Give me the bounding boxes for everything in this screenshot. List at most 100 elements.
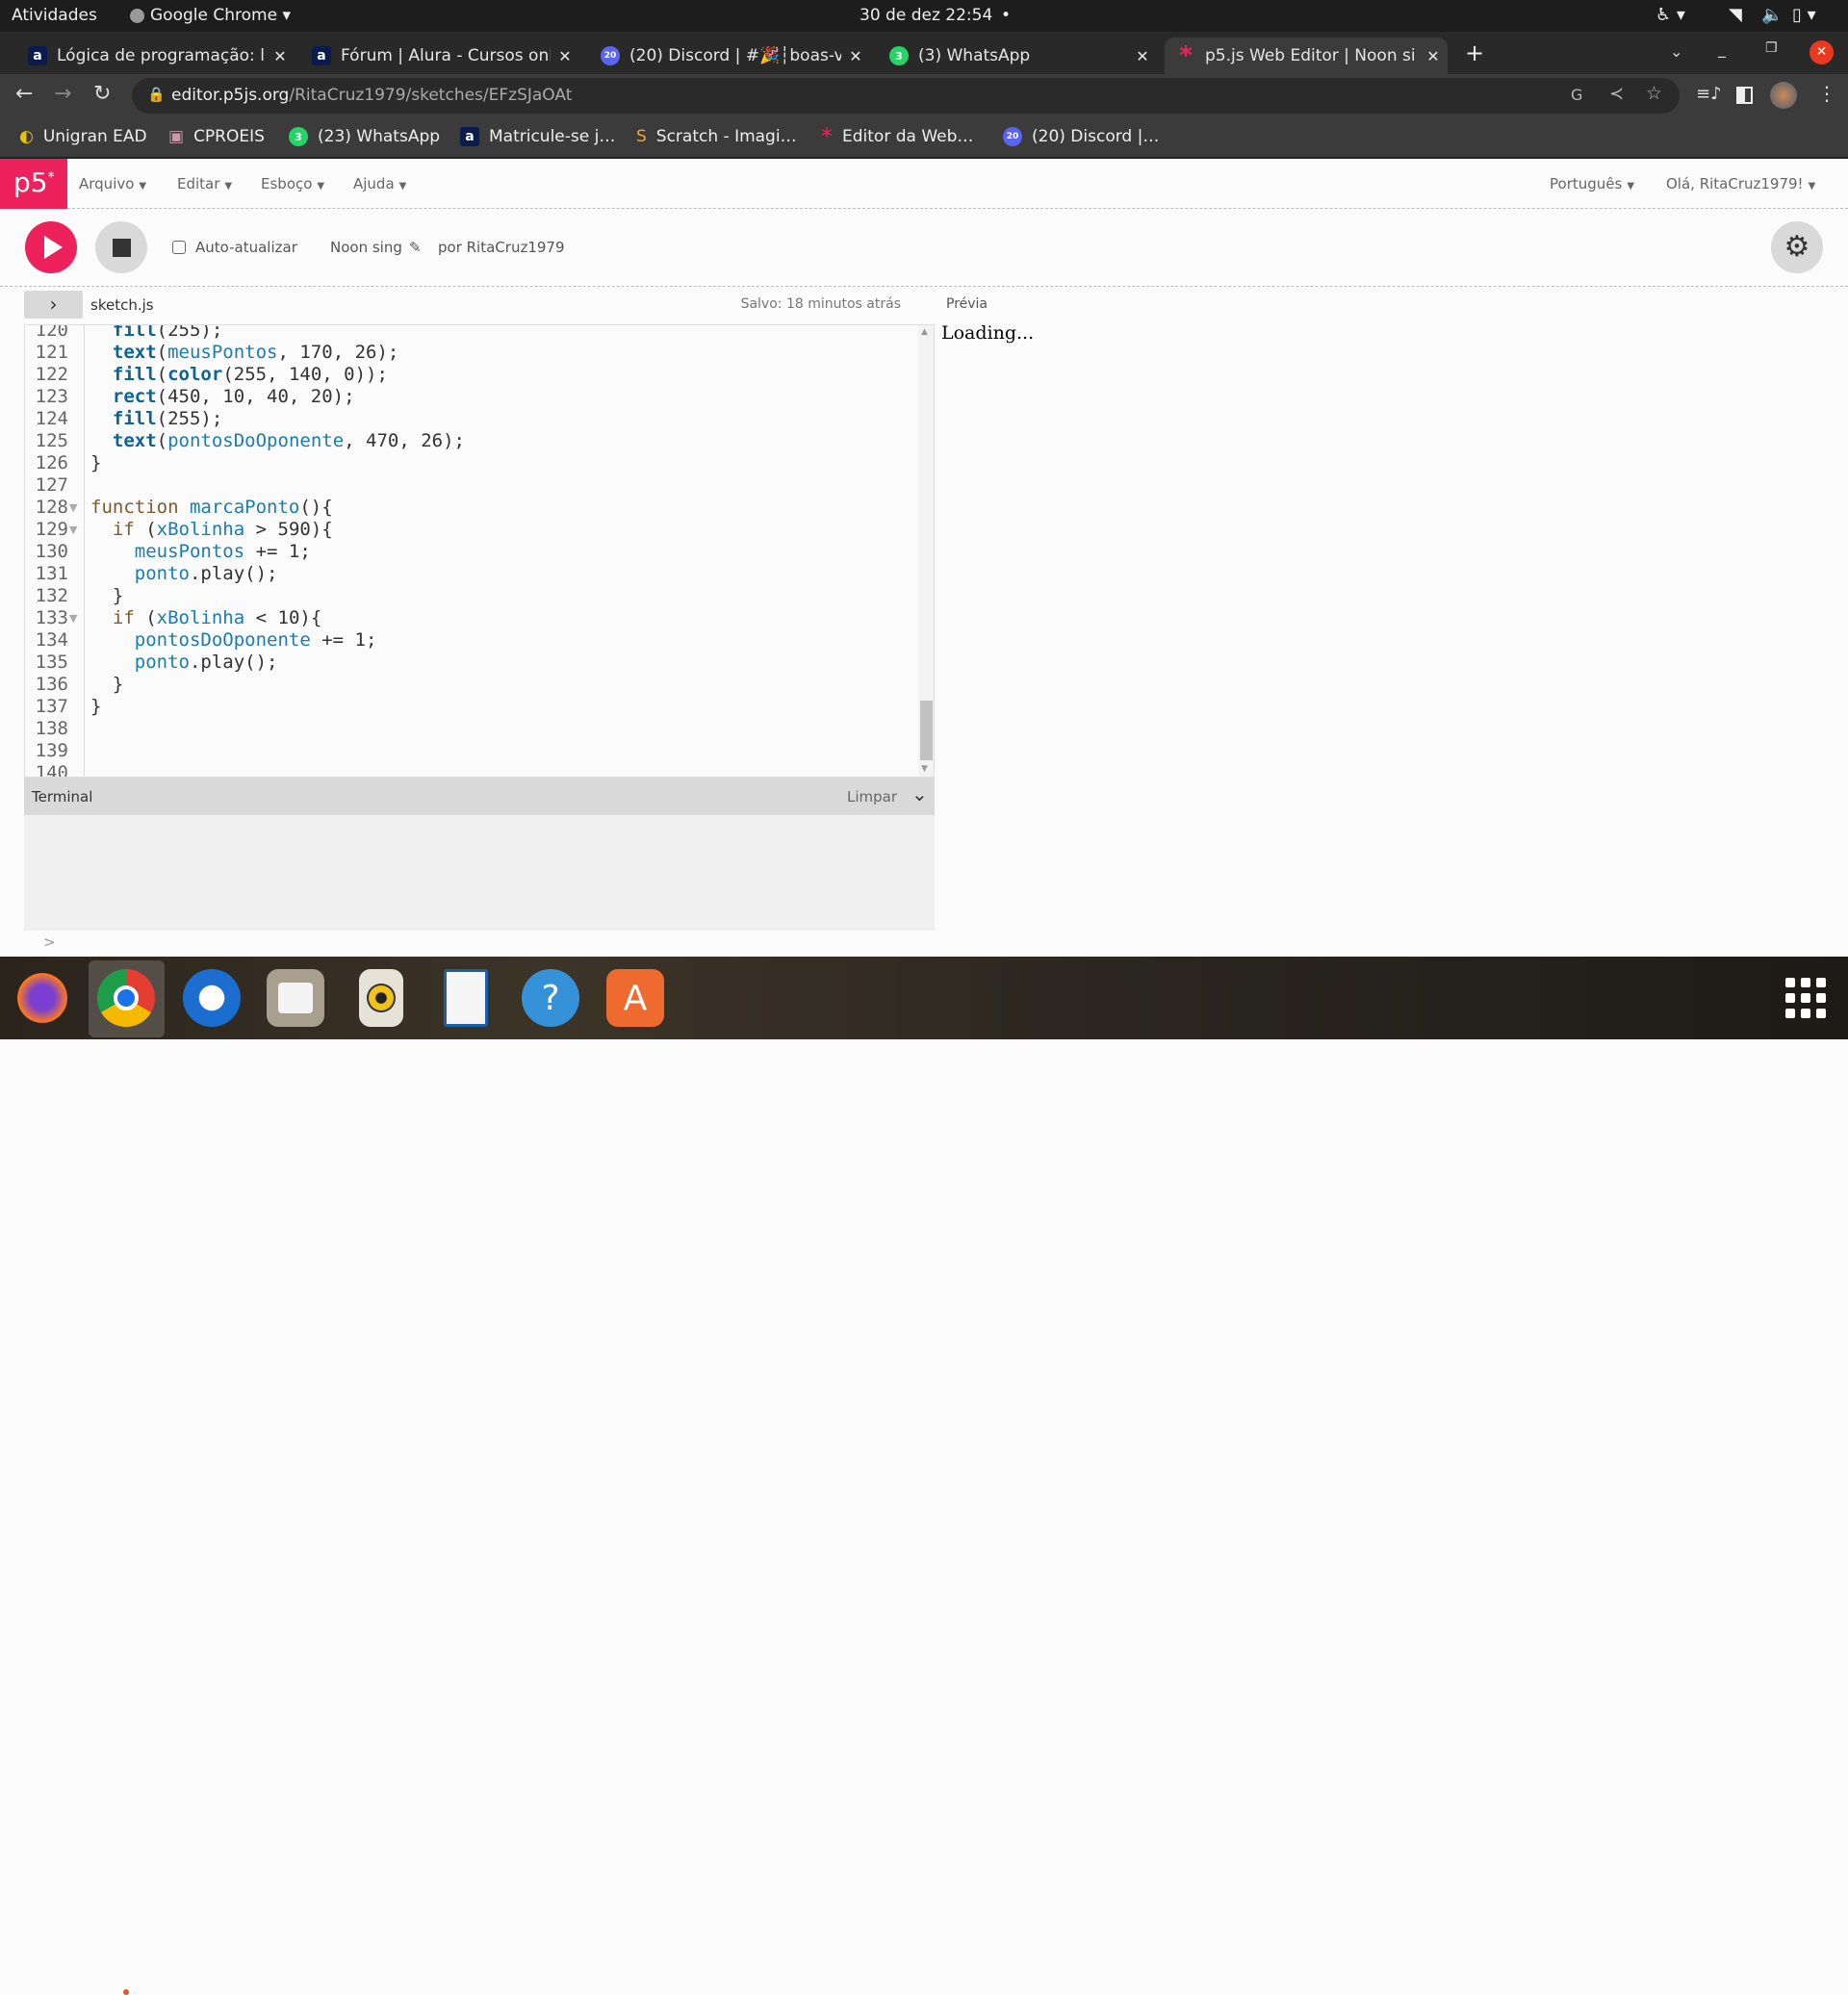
side-panel-icon[interactable] <box>1736 87 1753 104</box>
chrome-icon[interactable] <box>97 969 155 1027</box>
code-line[interactable]: fill(255); <box>90 325 222 342</box>
tab-p5-editor[interactable]: * p5.js Web Editor | Noon si ✕ <box>1165 38 1448 74</box>
share-icon[interactable]: ≺ <box>1609 84 1624 104</box>
tab-discord[interactable]: 20 (20) Discord | #🎉┆boas-v ✕ <box>589 38 870 74</box>
code-line[interactable]: if (xBolinha < 10){ <box>90 607 321 629</box>
tab-forum[interactable]: a Fórum | Alura - Cursos onli ✕ <box>300 38 579 74</box>
back-icon[interactable]: ← <box>15 82 33 106</box>
stop-button[interactable] <box>95 221 147 273</box>
close-window-icon[interactable]: ✕ <box>1810 40 1834 64</box>
collapse-terminal-chevron-icon[interactable]: ⌄ <box>911 782 928 806</box>
code-line[interactable]: meusPontos += 1; <box>90 541 311 563</box>
play-button[interactable] <box>25 221 77 273</box>
editor-scrollbar[interactable]: ▲ ▼ <box>918 325 934 777</box>
bookmark-p5-editor[interactable]: * Editor da Web… <box>821 125 973 148</box>
tab-title: Lógica de programação: la <box>57 46 266 65</box>
menu-ajuda[interactable]: Ajuda ▼ <box>353 175 406 192</box>
files-icon[interactable] <box>267 969 324 1027</box>
scrollbar-thumb[interactable] <box>920 701 933 760</box>
address-bar[interactable]: 🔒 editor.p5js.org/RitaCruz1979/sketches/… <box>132 78 1680 114</box>
close-tab-icon[interactable]: ✕ <box>551 47 579 65</box>
code-line[interactable]: ponto.play(); <box>90 563 278 585</box>
profile-avatar[interactable] <box>1770 82 1797 109</box>
code-line[interactable]: function marcaPonto(){ <box>90 497 333 519</box>
code-line[interactable]: fill(255); <box>90 408 222 430</box>
code-line[interactable]: rect(450, 10, 40, 20); <box>90 386 355 408</box>
code-editor[interactable]: 120 121 122 123 124 125 126 127 128 ▼ 129 ▼ 130 131 13… <box>24 324 935 778</box>
menu-esboco[interactable]: Esboço ▼ <box>261 175 324 192</box>
chrome-menu-icon[interactable]: ⋮ <box>1817 82 1836 105</box>
clock[interactable]: 30 de dez 22:54 <box>860 6 992 25</box>
code-line[interactable]: } <box>90 452 101 474</box>
minimize-icon[interactable]: _ <box>1718 39 1726 58</box>
scroll-up-icon[interactable]: ▲ <box>921 327 928 337</box>
reload-icon[interactable]: ↻ <box>93 82 111 106</box>
bookmark-whatsapp[interactable]: 3 (23) WhatsApp <box>289 127 440 146</box>
code-token: ( <box>156 342 168 363</box>
battery-icon[interactable]: ▯ ▾ <box>1792 5 1816 25</box>
line-number: 128 <box>35 497 68 518</box>
auto-refresh-label[interactable]: Auto-atualizar <box>195 239 297 256</box>
code-line[interactable]: fill(color(255, 140, 0)); <box>90 364 388 386</box>
writer-icon[interactable] <box>444 969 488 1027</box>
tab-whatsapp[interactable]: 3 (3) WhatsApp ✕ <box>878 38 1157 74</box>
volume-icon[interactable]: 🔈 <box>1761 5 1783 25</box>
code-line[interactable]: if (xBolinha > 590){ <box>90 519 333 541</box>
sketch-author[interactable]: por RitaCruz1979 <box>438 239 565 256</box>
close-tab-icon[interactable]: ✕ <box>1419 47 1448 65</box>
save-status: Salvo: 18 minutos atrás <box>740 296 901 312</box>
language-menu[interactable]: Português ▼ <box>1550 175 1634 192</box>
menu-editar[interactable]: Editar ▼ <box>177 175 232 192</box>
code-line[interactable]: text(meusPontos, 170, 26); <box>90 342 398 364</box>
bookmark-unigran[interactable]: ◐ Unigran EAD <box>19 127 147 146</box>
help-icon[interactable]: ? <box>522 969 579 1027</box>
bookmark-discord[interactable]: 20 (20) Discord |… <box>1003 127 1159 146</box>
tab-logica[interactable]: a Lógica de programação: la ✕ <box>16 38 295 74</box>
code-line[interactable]: } <box>90 674 123 696</box>
firefox-icon[interactable] <box>13 969 71 1027</box>
auto-refresh-checkbox[interactable] <box>172 241 186 254</box>
thunderbird-icon[interactable] <box>183 969 241 1027</box>
close-tab-icon[interactable]: ✕ <box>266 47 295 65</box>
restore-icon[interactable]: ❐ <box>1765 40 1778 56</box>
code-line[interactable]: } <box>90 585 123 607</box>
translate-icon[interactable]: G <box>1571 86 1582 104</box>
rhythmbox-icon[interactable] <box>359 969 403 1027</box>
new-tab-icon[interactable]: + <box>1465 39 1484 66</box>
bookmark-cproeis[interactable]: ▣ CPROEIS <box>168 127 265 146</box>
accessibility-icon[interactable]: ♿ ▾ <box>1656 5 1685 25</box>
code-line[interactable]: text(pontosDoOponente, 470, 26); <box>90 430 465 452</box>
fold-arrow-icon[interactable]: ▼ <box>69 497 77 519</box>
settings-gear-button[interactable]: ⚙ <box>1771 221 1823 273</box>
menu-arquivo[interactable]: Arquivo ▼ <box>79 175 146 192</box>
wifi-icon[interactable]: ◥ <box>1729 5 1742 25</box>
tab-search-chevron-icon[interactable]: ⌄ <box>1670 42 1682 61</box>
activities-button[interactable]: Atividades <box>12 6 97 25</box>
p5-logo[interactable]: p5* <box>0 159 67 209</box>
lock-icon[interactable]: 🔒 <box>147 86 166 103</box>
close-tab-icon[interactable]: ✕ <box>841 47 870 65</box>
bookmark-star-icon[interactable]: ☆ <box>1646 83 1662 104</box>
sketch-name[interactable]: Noon sing <box>330 239 402 256</box>
media-control-icon[interactable]: ≡♪ <box>1696 84 1722 104</box>
close-tab-icon[interactable]: ✕ <box>1128 47 1157 65</box>
forward-icon[interactable]: → <box>54 82 71 106</box>
fold-arrow-icon[interactable]: ▼ <box>69 607 77 629</box>
app-menu[interactable]: Google Chrome ▾ <box>150 6 291 25</box>
bookmark-matricule[interactable]: a Matricule-se j… <box>460 127 615 146</box>
user-menu[interactable]: Olá, RitaCruz1979! ▼ <box>1666 175 1815 192</box>
clear-console-button[interactable]: Limpar <box>847 788 897 806</box>
software-store-icon[interactable]: A <box>606 969 664 1027</box>
code-token: (){ <box>299 497 333 518</box>
toggle-sidebar-button[interactable]: › <box>24 291 83 319</box>
edit-name-pencil-icon[interactable]: ✎ <box>409 239 422 256</box>
bookmark-scratch[interactable]: S Scratch - Imagi… <box>636 127 797 146</box>
show-apps-grid-icon[interactable] <box>1785 978 1826 1018</box>
code-token: text <box>112 430 157 451</box>
fold-arrow-icon[interactable]: ▼ <box>69 519 77 541</box>
scroll-down-icon[interactable]: ▼ <box>921 764 928 774</box>
code-line[interactable]: pontosDoOponente += 1; <box>90 629 377 652</box>
code-line[interactable]: } <box>90 696 101 718</box>
code-line[interactable]: ponto.play(); <box>90 652 278 674</box>
console-input[interactable]: > <box>24 931 935 957</box>
